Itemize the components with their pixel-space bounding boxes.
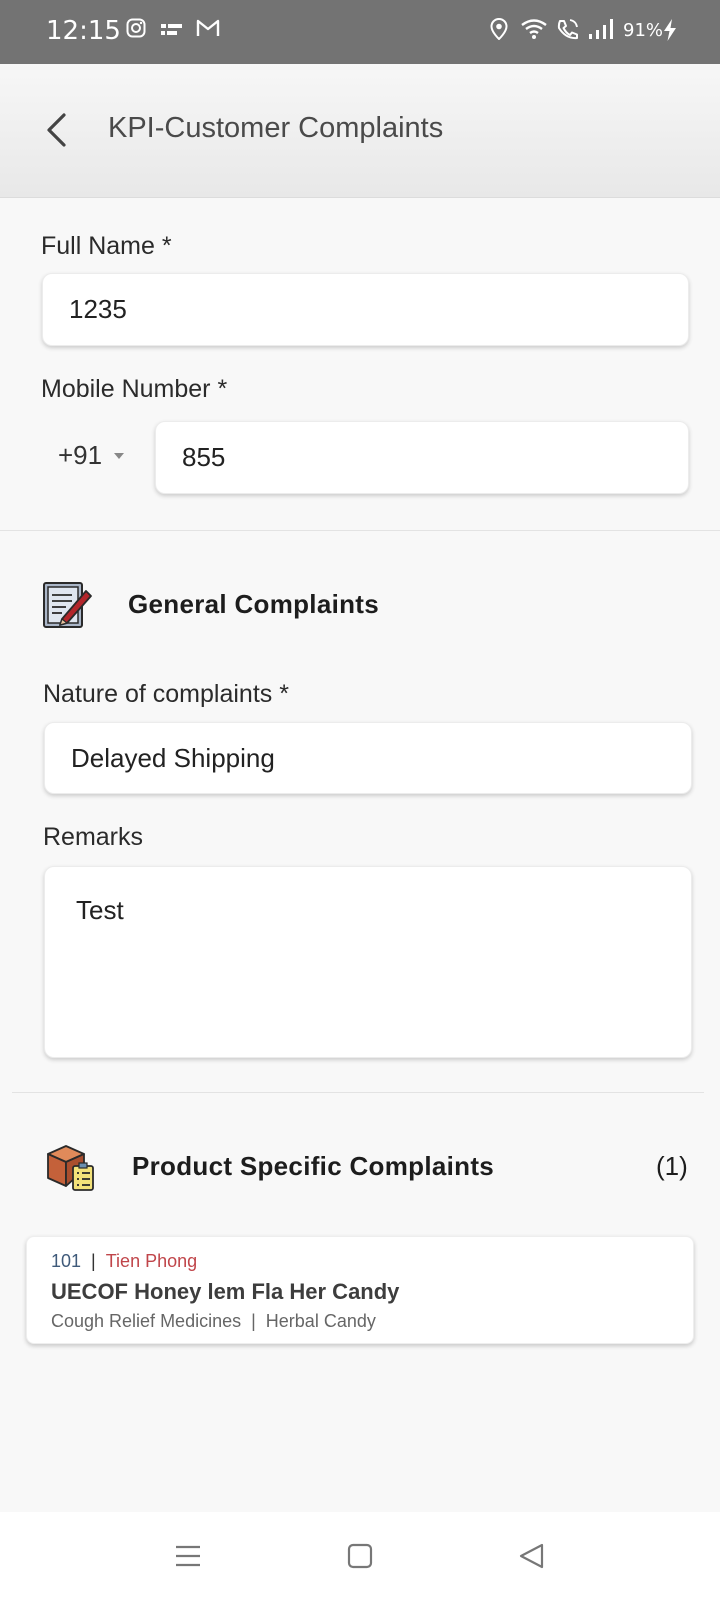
- wifi-calling-icon: [556, 18, 580, 45]
- full-name-label: Full Name *: [41, 232, 172, 260]
- country-code-select[interactable]: +91: [58, 440, 125, 471]
- separator: |: [251, 1311, 256, 1331]
- product-complaint-card[interactable]: 101 | Tien Phong UECOF Honey lem Fla Her…: [26, 1236, 694, 1344]
- home-button[interactable]: [340, 1538, 380, 1574]
- signal-icon: [588, 18, 614, 45]
- nature-of-complaints-select[interactable]: Delayed Shipping: [44, 722, 692, 794]
- system-nav-bar: [0, 1512, 720, 1600]
- location-icon: [490, 17, 508, 45]
- page-title: KPI-Customer Complaints: [108, 112, 444, 144]
- chevron-left-icon: [47, 113, 66, 147]
- product-complaints-title: Product Specific Complaints: [132, 1151, 495, 1181]
- package-checklist-icon: [44, 1140, 98, 1199]
- charging-icon: [662, 18, 678, 47]
- back-triangle-icon: [519, 1543, 544, 1569]
- menu-button[interactable]: [168, 1538, 208, 1574]
- divider: [0, 530, 720, 531]
- product-complaints-count: (1): [656, 1151, 688, 1181]
- product-category-line: Cough Relief Medicines | Herbal Candy: [51, 1311, 376, 1332]
- remarks-textarea[interactable]: Test: [44, 866, 692, 1058]
- product-brand: Tien Phong: [105, 1251, 198, 1271]
- back-button[interactable]: [36, 108, 76, 152]
- instagram-icon: [126, 18, 146, 43]
- remarks-label: Remarks: [43, 823, 144, 851]
- product-category: Cough Relief Medicines: [51, 1311, 242, 1331]
- menu-icon: [176, 1545, 200, 1567]
- home-square-icon: [347, 1543, 373, 1569]
- product-subcategory: Herbal Candy: [265, 1311, 376, 1331]
- back-nav-button[interactable]: [512, 1538, 552, 1574]
- app-header: KPI-Customer Complaints: [0, 64, 720, 198]
- product-code: 101: [51, 1251, 82, 1271]
- status-time: 12:15: [46, 16, 121, 46]
- gmail-icon: [196, 18, 220, 43]
- nature-of-complaints-label: Nature of complaints *: [43, 680, 289, 708]
- notepad-pencil-icon: [40, 577, 94, 636]
- divider: [12, 1092, 704, 1093]
- full-name-field[interactable]: 1235: [42, 273, 689, 346]
- product-meta: 101 | Tien Phong: [51, 1251, 197, 1272]
- wifi-icon: [520, 18, 548, 45]
- caret-down-icon: [114, 452, 125, 459]
- product-name: UECOF Honey lem Fla Her Candy: [51, 1279, 400, 1304]
- separator: |: [91, 1251, 96, 1271]
- status-bar: 12:15 91%: [0, 0, 720, 64]
- general-complaints-title: General Complaints: [128, 589, 380, 619]
- country-code-value: +91: [58, 440, 103, 470]
- mobile-number-field[interactable]: 855: [155, 421, 689, 494]
- photo-lab-icon: [160, 22, 184, 43]
- battery-percent: 91%: [623, 20, 664, 41]
- mobile-number-label: Mobile Number *: [41, 375, 228, 403]
